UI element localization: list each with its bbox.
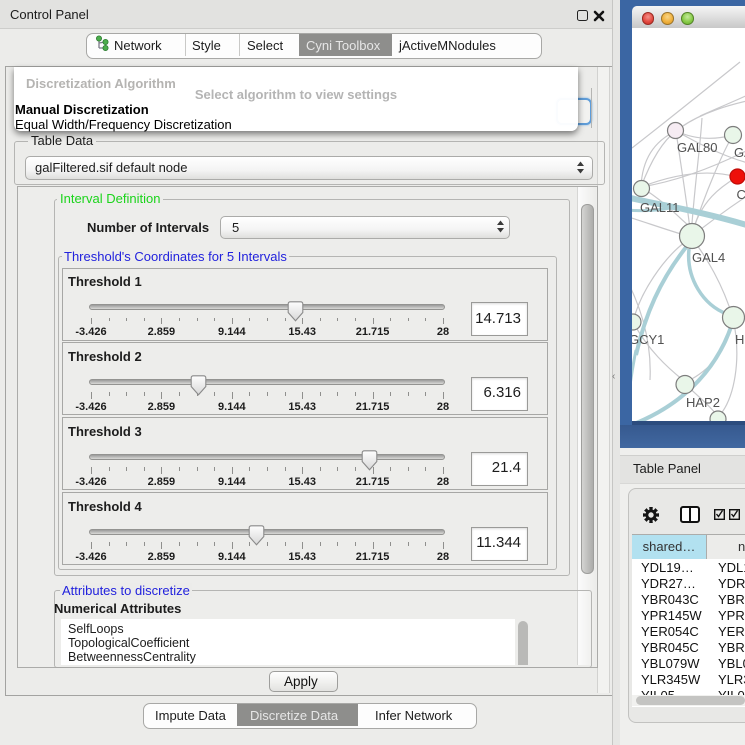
- svg-text:GAL80: GAL80: [677, 140, 717, 155]
- svg-text:H: H: [735, 332, 744, 347]
- svg-text:GAL11: GAL11: [640, 200, 680, 215]
- svg-text:GAL4: GAL4: [692, 250, 725, 265]
- svg-text:GA: GA: [734, 145, 745, 160]
- svg-text:C: C: [737, 187, 745, 202]
- svg-text:HAP2: HAP2: [686, 395, 720, 410]
- svg-text:GCY1: GCY1: [632, 332, 664, 347]
